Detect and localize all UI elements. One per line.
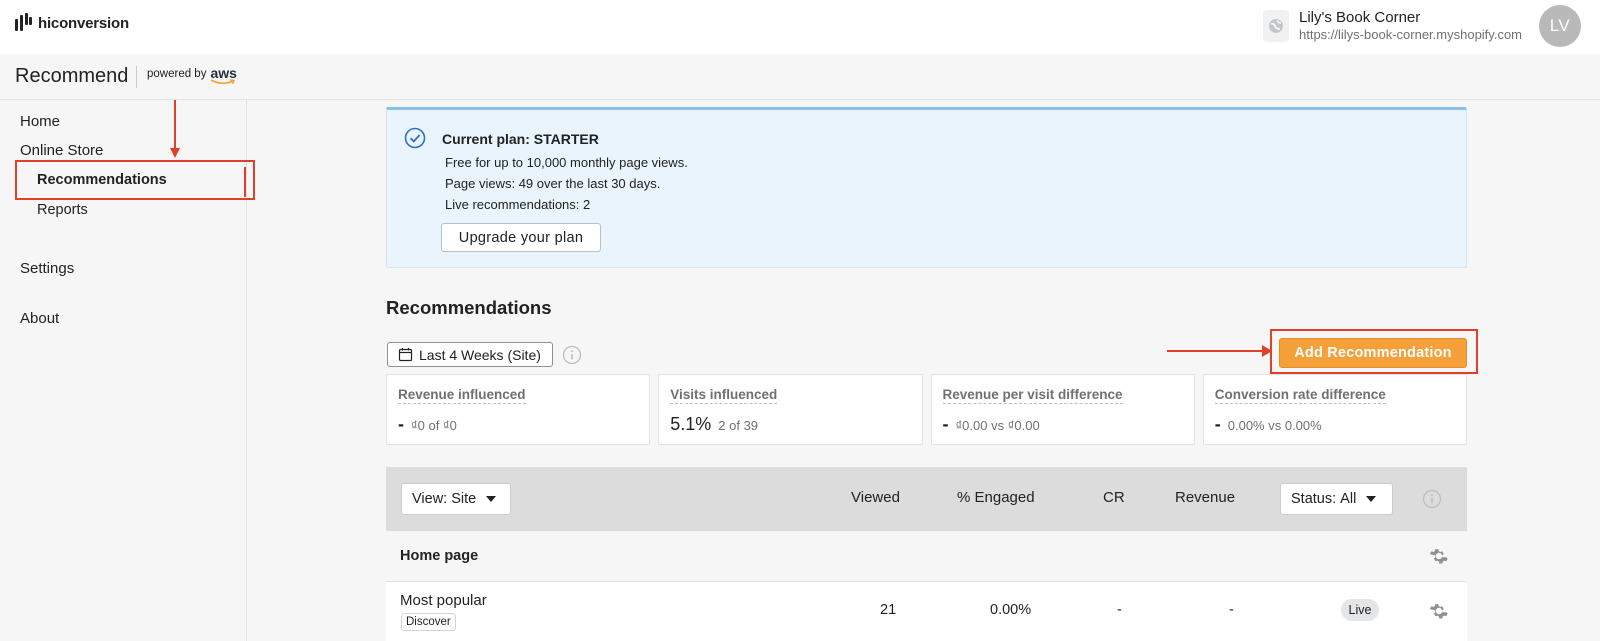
table-group-row: Home page bbox=[386, 531, 1467, 582]
row-tag: Discover bbox=[401, 613, 456, 631]
page-title: Recommendations bbox=[386, 297, 552, 318]
app-header: Recommend powered by aws bbox=[0, 54, 1600, 100]
table-header: View: Site Viewed % Engaged CR Revenue S… bbox=[386, 467, 1467, 531]
metric-value-detail: ₫0 of ₫0 bbox=[411, 418, 457, 433]
plan-title: Current plan: STARTER bbox=[442, 131, 599, 147]
header-divider bbox=[136, 66, 137, 88]
brand-logo[interactable]: hiconversion bbox=[15, 13, 129, 33]
metric-value: 5.1% 2 of 39 bbox=[670, 414, 758, 435]
info-icon[interactable] bbox=[562, 345, 582, 365]
store-name: Lily's Book Corner bbox=[1299, 9, 1421, 26]
column-revenue[interactable]: Revenue bbox=[1175, 489, 1235, 506]
annotation-arrow-right bbox=[1167, 350, 1268, 352]
metric-label[interactable]: Conversion rate difference bbox=[1214, 387, 1386, 404]
table-row[interactable]: Most popular Discover 21 0.00% - - Live bbox=[386, 582, 1467, 641]
cell-engaged: 0.00% bbox=[990, 602, 1032, 618]
metric-card-conversion-rate: Conversion rate difference - 0.00% vs 0.… bbox=[1202, 374, 1467, 445]
upgrade-plan-button[interactable]: Upgrade your plan bbox=[441, 223, 601, 252]
status-select-label: Status: bbox=[1291, 491, 1337, 507]
sidebar-item-settings[interactable]: Settings bbox=[20, 260, 74, 277]
metric-value: - ₫0 of ₫0 bbox=[398, 414, 457, 435]
metric-value: - ₫0.00 vs ₫0.00 bbox=[943, 414, 1040, 435]
info-icon[interactable] bbox=[1422, 489, 1442, 509]
view-select-value: Site bbox=[451, 491, 477, 507]
metric-value-main: - bbox=[398, 414, 404, 434]
check-circle-icon bbox=[404, 127, 426, 149]
sidebar-item-about[interactable]: About bbox=[20, 310, 59, 327]
row-name[interactable]: Most popular bbox=[400, 592, 487, 609]
metric-card-revenue-influenced: Revenue influenced - ₫0 of ₫0 bbox=[386, 374, 651, 445]
status-select[interactable]: Status: All bbox=[1280, 483, 1393, 515]
metric-value-detail: ₫0.00 vs ₫0.00 bbox=[955, 418, 1040, 433]
cell-cr: - bbox=[1117, 602, 1122, 618]
sidebar-item-home[interactable]: Home bbox=[20, 113, 60, 130]
metric-value-main: - bbox=[1214, 414, 1221, 434]
metric-card-visits-influenced: Visits influenced 5.1% 2 of 39 bbox=[658, 374, 923, 445]
logo-icon bbox=[15, 13, 33, 33]
annotation-arrow-down bbox=[174, 100, 176, 150]
calendar-icon bbox=[398, 348, 413, 362]
metrics-row: Revenue influenced - ₫0 of ₫0 Visits inf… bbox=[386, 374, 1467, 445]
metric-value-main: - bbox=[942, 414, 949, 434]
column-engaged[interactable]: % Engaged bbox=[957, 489, 1035, 506]
annotation-arrow-down-head bbox=[170, 148, 180, 158]
plan-pageviews-text: Page views: 49 over the last 30 days. bbox=[445, 176, 661, 191]
avatar[interactable]: LV bbox=[1539, 5, 1581, 47]
column-viewed[interactable]: Viewed bbox=[851, 489, 900, 506]
annotation-box-recommendations bbox=[15, 160, 255, 200]
date-range-button[interactable]: Last 4 Weeks (Site) bbox=[387, 342, 553, 367]
app-title: Recommend bbox=[15, 65, 129, 87]
metric-value-detail: 2 of 39 bbox=[718, 418, 759, 433]
metric-card-revenue-per-visit: Revenue per visit difference - ₫0.00 vs … bbox=[930, 374, 1195, 445]
gear-icon[interactable] bbox=[1429, 546, 1449, 566]
store-url: https://lilys-book-corner.myshopify.com bbox=[1299, 27, 1522, 42]
date-range-label: Last 4 Weeks (Site) bbox=[419, 346, 541, 363]
metric-label[interactable]: Revenue influenced bbox=[398, 387, 526, 404]
plan-card: Current plan: STARTER Free for up to 10,… bbox=[386, 107, 1467, 268]
store-switcher[interactable]: Lily's Book Corner https://lilys-book-co… bbox=[1263, 10, 1522, 44]
column-cr[interactable]: CR bbox=[1103, 489, 1125, 506]
powered-by-text: powered by bbox=[147, 68, 207, 80]
view-select[interactable]: View: Site bbox=[401, 483, 511, 515]
gear-icon[interactable] bbox=[1429, 601, 1449, 621]
top-bar: hiconversion Lily's Book Corner https://… bbox=[0, 0, 1600, 54]
brand-name: hiconversion bbox=[38, 14, 129, 32]
cell-viewed: 21 bbox=[880, 602, 897, 618]
active-item-indicator bbox=[244, 167, 246, 197]
sidebar-item-reports[interactable]: Reports bbox=[37, 202, 88, 218]
cell-revenue: - bbox=[1229, 602, 1234, 618]
sidebar: Home Online Store Recommendations Report… bbox=[0, 100, 255, 641]
metric-label[interactable]: Revenue per visit difference bbox=[942, 387, 1123, 404]
metric-value-detail: 0.00% vs 0.00% bbox=[1227, 418, 1322, 433]
plan-live-recs-text: Live recommendations: 2 bbox=[445, 197, 591, 212]
caret-down-icon bbox=[1366, 496, 1377, 502]
sidebar-item-online-store[interactable]: Online Store bbox=[20, 142, 103, 159]
plan-limit-text: Free for up to 10,000 monthly page views… bbox=[445, 155, 688, 170]
metric-value-main: 5.1% bbox=[670, 414, 712, 434]
metric-value: - 0.00% vs 0.00% bbox=[1215, 414, 1322, 435]
view-select-label: View: bbox=[412, 491, 448, 507]
add-recommendation-button[interactable]: Add Recommendation bbox=[1279, 338, 1467, 368]
globe-icon bbox=[1263, 10, 1289, 42]
group-title: Home page bbox=[400, 548, 479, 564]
status-badge: Live bbox=[1341, 599, 1379, 621]
metric-label[interactable]: Visits influenced bbox=[670, 387, 778, 404]
powered-by: powered by aws bbox=[147, 65, 237, 85]
aws-logo: aws bbox=[210, 65, 237, 85]
caret-down-icon bbox=[486, 496, 497, 502]
aws-smile-icon bbox=[211, 79, 236, 85]
status-select-value: All bbox=[1340, 491, 1357, 507]
